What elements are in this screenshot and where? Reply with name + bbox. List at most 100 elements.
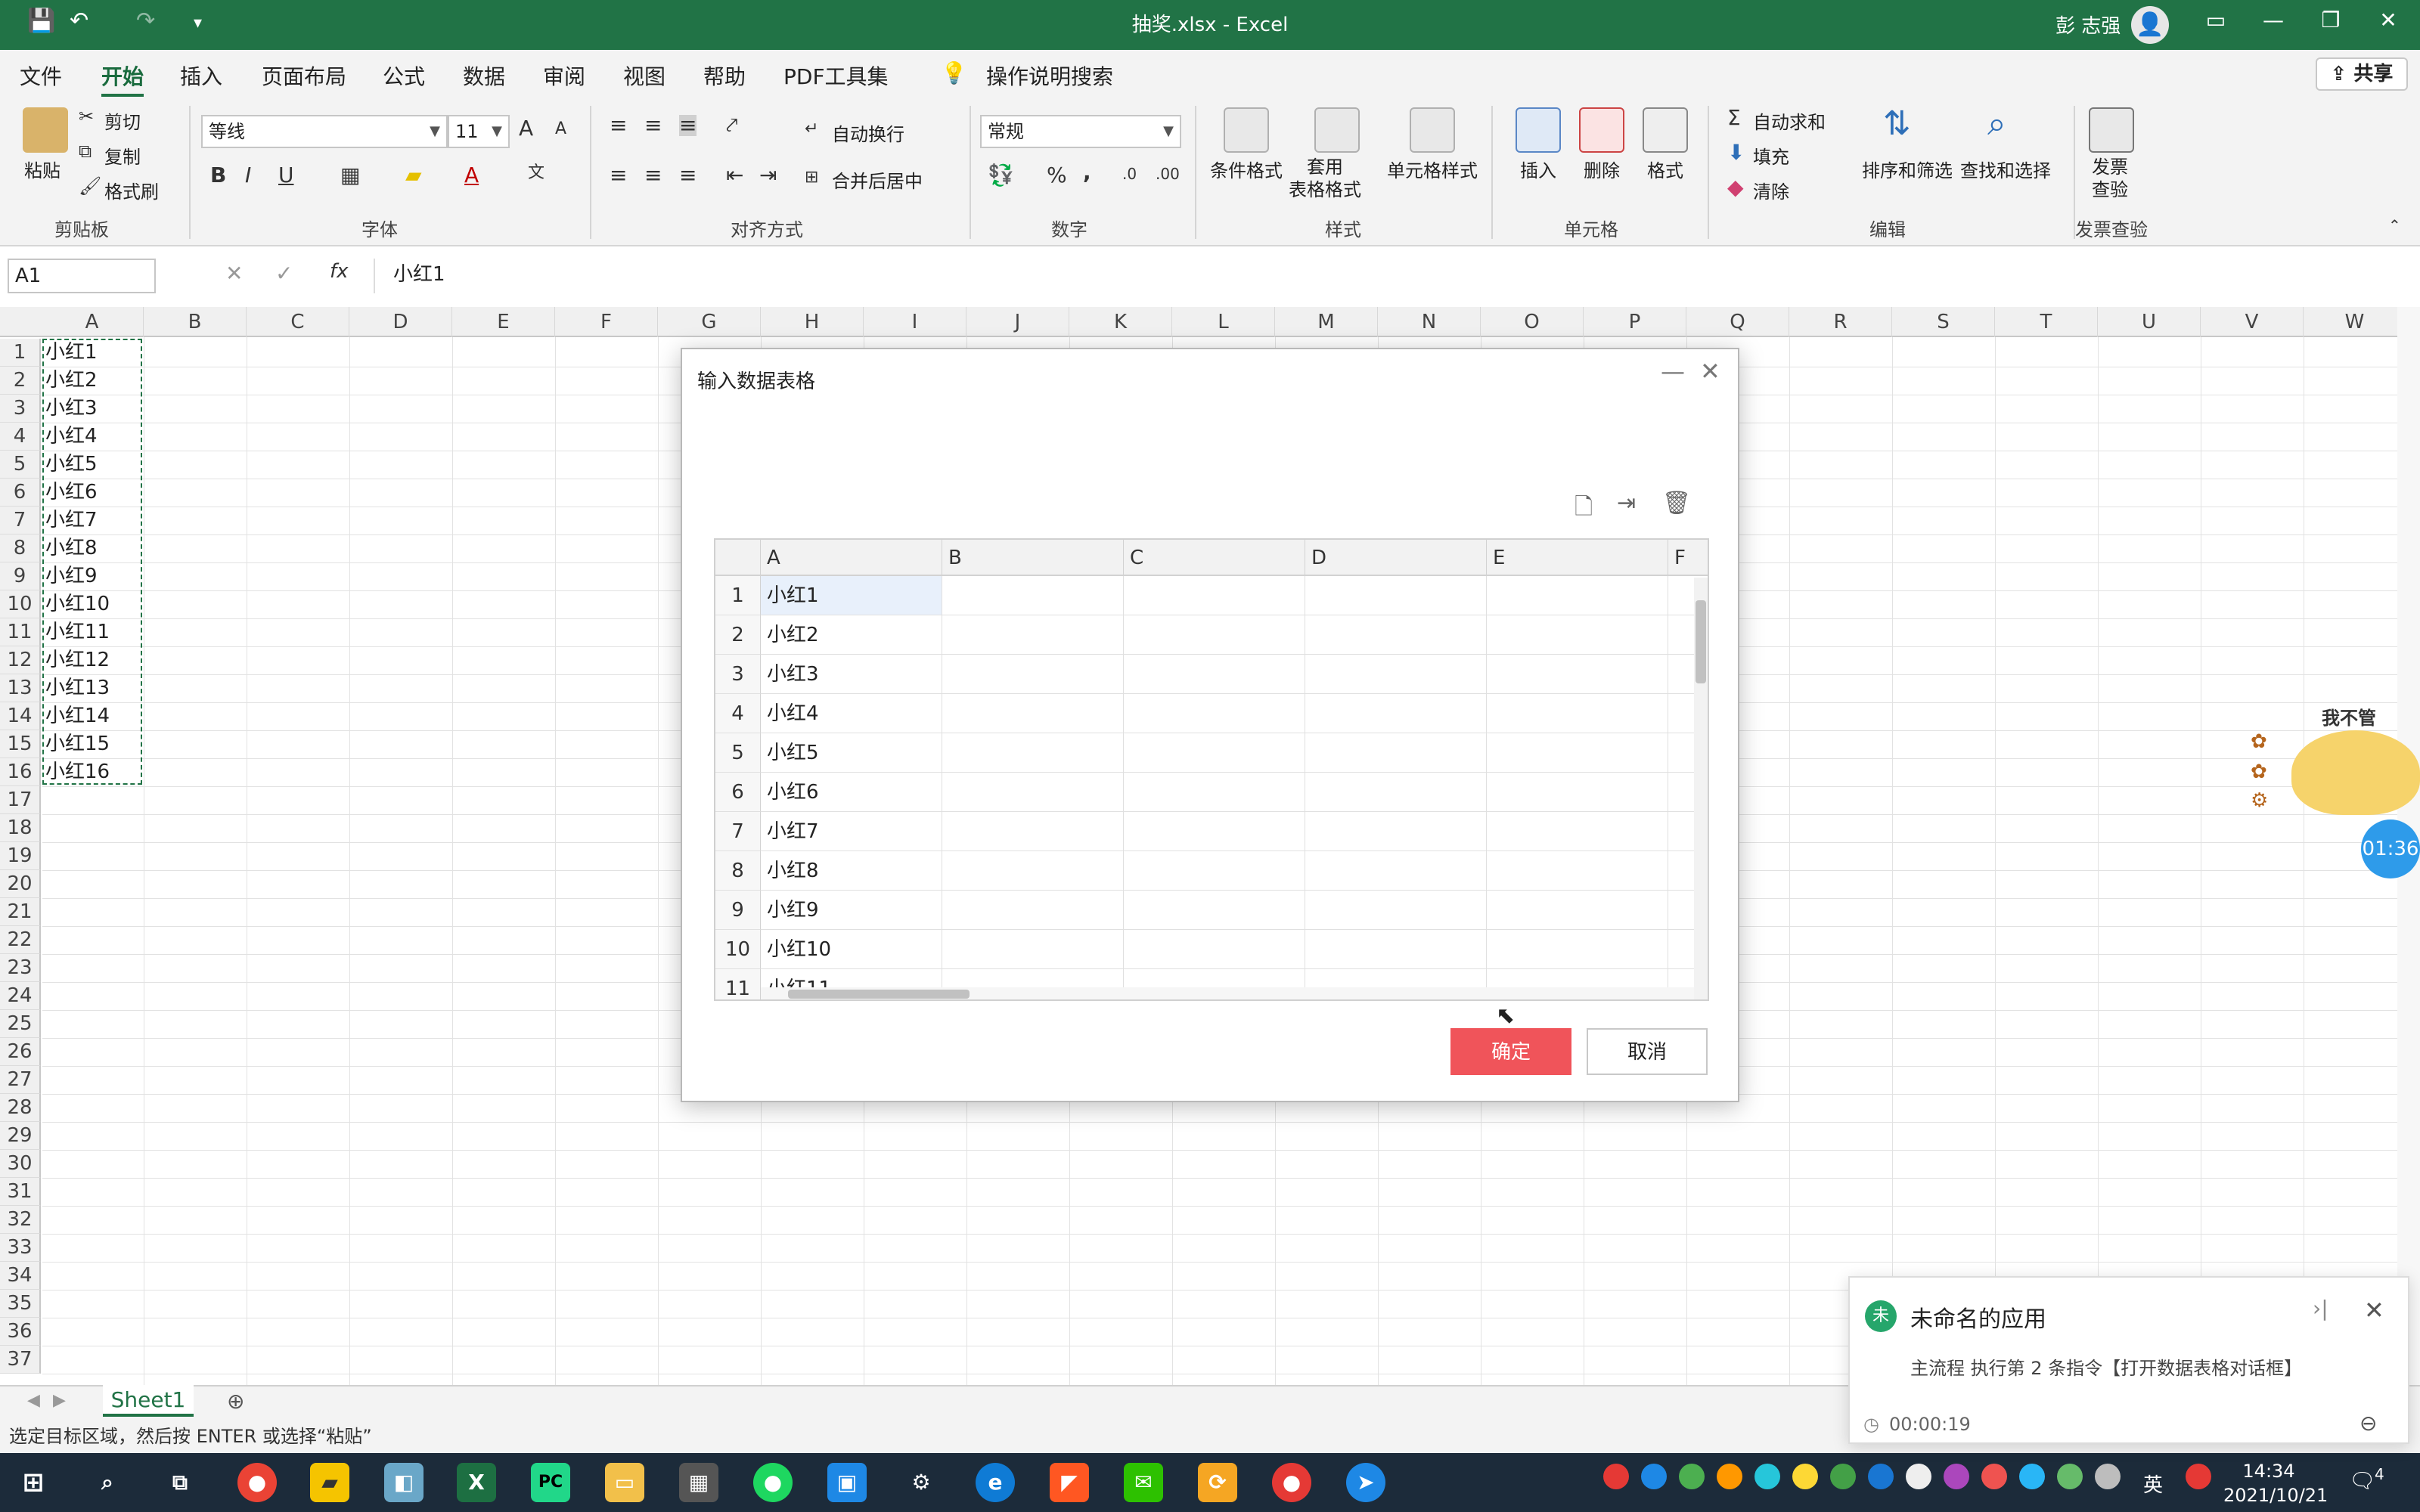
notification-center-icon[interactable]: 🗨 [2349,1468,2376,1493]
sogou-icon[interactable] [2186,1464,2211,1489]
borders-icon[interactable]: ▦ [340,165,360,186]
menu-page-layout[interactable]: 页面布局 [262,60,346,91]
dialog-table-cell[interactable] [1487,576,1668,615]
minimize-circle-icon[interactable]: ⊖ [2360,1411,2377,1436]
font-size-select[interactable]: 11 ▼ [448,115,510,148]
align-left-icon[interactable]: ≡ [610,165,627,186]
close-icon[interactable]: ✕ [1700,357,1720,386]
dialog-table-cell[interactable] [1124,733,1305,773]
clock[interactable]: 14:34 2021/10/21 [2223,1459,2328,1507]
dialog-row-header[interactable]: 1 [715,576,761,615]
dialog-row-header[interactable]: 2 [715,615,761,655]
row-header-8[interactable]: 8 [0,534,41,562]
wechat-icon[interactable]: ✉ [1124,1463,1163,1502]
edge-icon[interactable]: e [976,1463,1015,1502]
sticker-widget[interactable]: 我不管 [2291,703,2420,816]
dialog-table-cell[interactable] [942,891,1124,930]
row-header-5[interactable]: 5 [0,451,41,479]
enter-formula-icon[interactable]: ✓ [275,263,293,284]
currency-icon[interactable]: 💱 [988,165,1014,186]
format-cells-icon[interactable] [1643,107,1688,153]
app-icon[interactable]: ◤ [1050,1463,1089,1502]
dialog-table-cell[interactable]: 小红1 [761,576,942,615]
name-box[interactable]: A1 [8,259,156,293]
dialog-table-cell[interactable] [1487,615,1668,655]
dialog-table-cell[interactable] [1305,655,1487,694]
column-header-I[interactable]: I [864,307,966,337]
dialog-table-cell[interactable] [1487,655,1668,694]
mic-icon[interactable] [1906,1464,1931,1489]
app-icon[interactable]: ● [1272,1463,1311,1502]
dialog-table-cell[interactable] [942,851,1124,891]
row-header-34[interactable]: 34 [0,1262,41,1290]
row-header-37[interactable]: 37 [0,1346,41,1374]
comma-button[interactable]: , [1083,162,1091,183]
trash-icon[interactable]: 🗑 [1662,490,1691,516]
dialog-table-cell[interactable]: 小红5 [761,733,942,773]
dialog-row-header[interactable]: 7 [715,812,761,851]
ribbon-display-icon[interactable]: ▭ [2193,8,2238,33]
tray-icon[interactable] [1679,1464,1705,1489]
column-header-E[interactable]: E [452,307,555,337]
column-header-D[interactable]: D [349,307,452,337]
wrap-text-button[interactable]: 自动换行 [832,119,904,146]
dialog-table-cell[interactable] [1124,615,1305,655]
fill-button[interactable]: 填充 [1753,142,1789,169]
phonetic-icon[interactable]: 文 [528,165,544,181]
find-select-icon[interactable]: ⌕ [1987,107,2006,141]
format-cells-button[interactable]: 格式 [1647,156,1683,182]
dialog-table-cell[interactable] [942,694,1124,733]
row-header-4[interactable]: 4 [0,423,41,451]
share-button[interactable]: ⇪ 共享 [2316,57,2408,91]
cancel-button[interactable]: 取消 [1587,1028,1708,1075]
tray-icon[interactable] [2019,1464,2045,1489]
dialog-table-hscroll[interactable] [761,987,1694,999]
dialog-row-header[interactable]: 4 [715,694,761,733]
dialog-table-cell[interactable]: 小红10 [761,930,942,969]
column-header-A[interactable]: A [41,307,144,337]
dialog-table-cell[interactable] [1305,733,1487,773]
row-header-22[interactable]: 22 [0,926,41,954]
collapse-icon[interactable]: ›| [2313,1296,2328,1321]
new-file-icon[interactable]: 🗋 [1575,490,1593,528]
dialog-table-cell[interactable] [1487,812,1668,851]
decrease-decimal-icon[interactable]: .00 [1156,166,1180,181]
align-center-icon[interactable]: ≡ [644,165,662,186]
increase-font-icon[interactable]: A [519,118,533,139]
automation-icon[interactable]: ⟳ [1198,1463,1237,1502]
row-header-30[interactable]: 30 [0,1150,41,1178]
dialog-row-header[interactable]: 8 [715,851,761,891]
dialog-table-cell[interactable] [942,930,1124,969]
column-header-T[interactable]: T [1995,307,2098,337]
column-header-S[interactable]: S [1892,307,1995,337]
row-header-6[interactable]: 6 [0,479,41,507]
wifi-icon[interactable] [2095,1464,2121,1489]
row-header-12[interactable]: 12 [0,646,41,674]
dialog-column-header[interactable]: D [1305,540,1487,576]
cut-button[interactable]: 剪切 [104,107,141,134]
dialog-row-header[interactable]: 6 [715,773,761,812]
tray-icon[interactable] [1641,1464,1667,1489]
dialog-table-cell[interactable] [942,812,1124,851]
dialog-table-cell[interactable] [942,655,1124,694]
dialog-table-cell[interactable] [1487,930,1668,969]
row-header-16[interactable]: 16 [0,758,41,786]
dialog-table-cell[interactable] [1124,655,1305,694]
dialog-table-cell[interactable] [1305,576,1487,615]
invoice-check-button[interactable]: 发票 查验 [2092,156,2128,201]
dialog-table-cell[interactable] [942,576,1124,615]
dialog-table-cell[interactable] [1487,851,1668,891]
table-corner[interactable] [715,540,761,576]
column-header-W[interactable]: W [2304,307,2397,337]
dialog-table-cell[interactable] [1487,694,1668,733]
column-header-N[interactable]: N [1378,307,1481,337]
collapse-ribbon-icon[interactable]: ⌃ [2388,218,2401,233]
menu-review[interactable]: 审阅 [543,60,585,91]
cancel-formula-icon[interactable]: ✕ [225,263,243,284]
row-header-32[interactable]: 32 [0,1206,41,1234]
minimize-icon[interactable]: — [2251,8,2296,33]
autosum-button[interactable]: 自动求和 [1753,107,1826,134]
row-header-15[interactable]: 15 [0,730,41,758]
row-header-14[interactable]: 14 [0,702,41,730]
column-header-O[interactable]: O [1481,307,1584,337]
